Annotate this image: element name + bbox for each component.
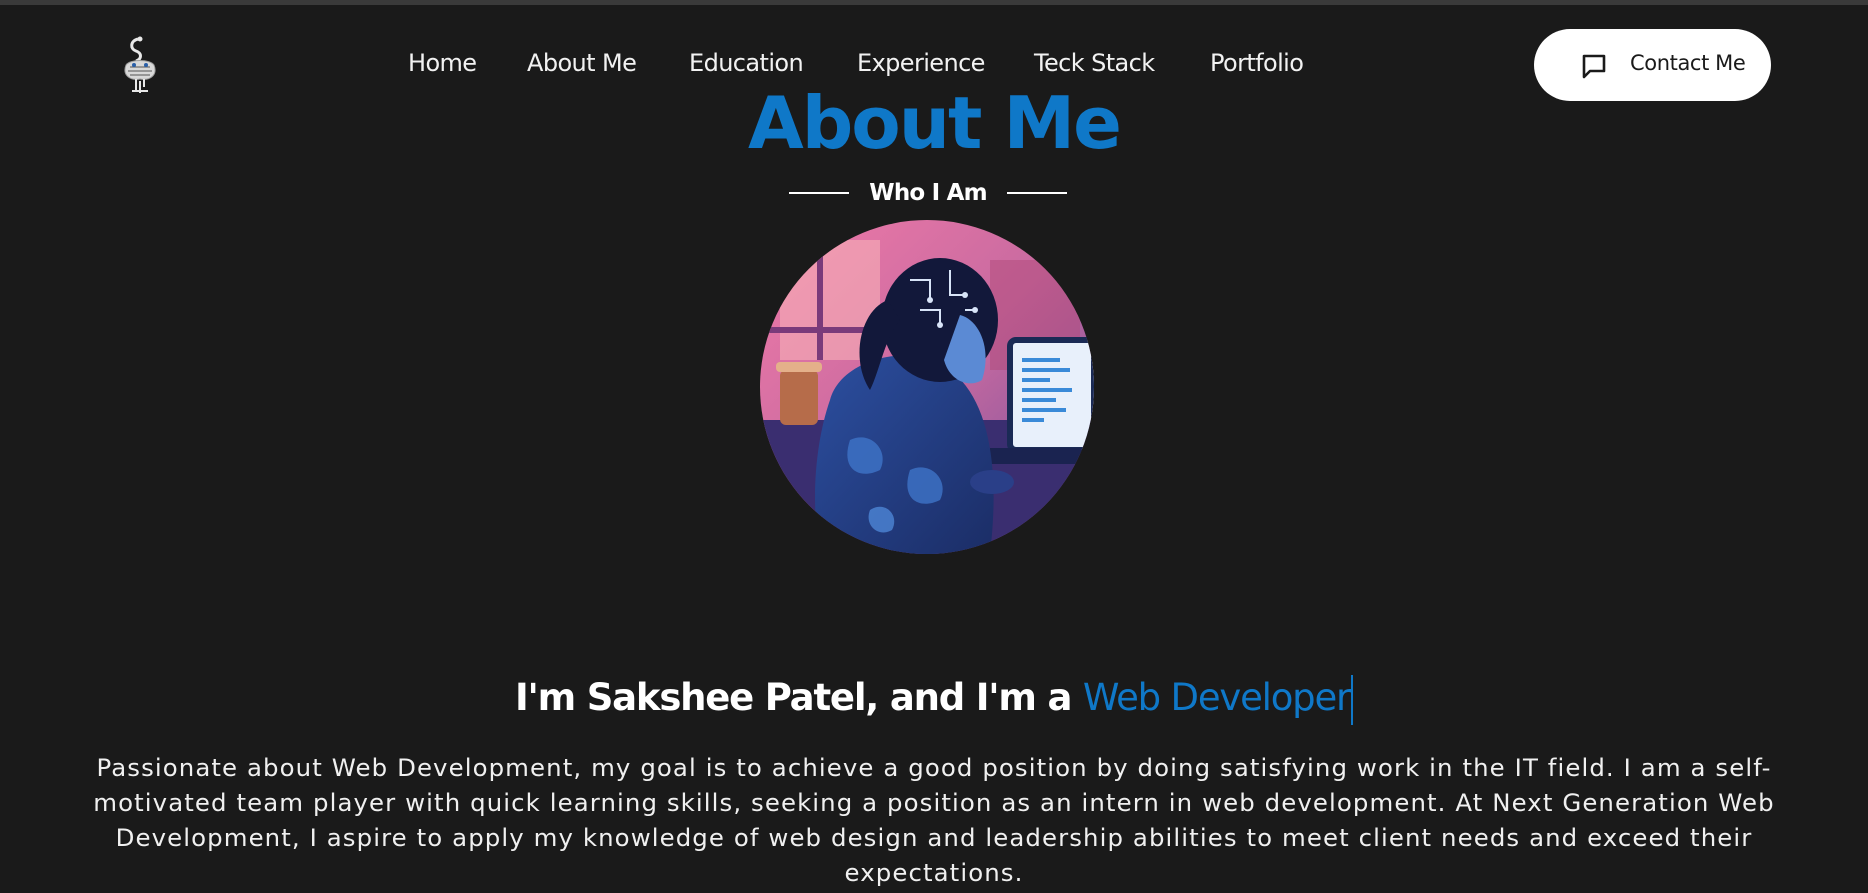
subtitle-divider-right [1007,192,1067,194]
about-description: Passionate about Web Development, my goa… [93,753,1775,887]
nav-education[interactable]: Education [689,49,804,77]
intro-prefix: I'm Sakshee Patel, and I'm a [514,676,1083,719]
typing-caret [1351,674,1354,725]
section-subtitle: Who I Am [0,176,1868,212]
nav-home[interactable]: Home [408,49,477,77]
contact-me-label: Contact Me [1630,51,1746,75]
intro-heading: I'm Sakshee Patel, and I'm a Web Develop… [0,668,1868,728]
nav-portfolio[interactable]: Portfolio [1210,49,1304,77]
nav-experience[interactable]: Experience [857,49,985,77]
subtitle-text: Who I Am [869,180,987,206]
profile-avatar [760,220,1094,554]
chat-icon [1580,52,1608,80]
nav-about-me[interactable]: About Me [527,49,637,77]
page-title: About Me [748,81,1122,165]
subtitle-divider-left [789,192,849,194]
nav-teck-stack[interactable]: Teck Stack [1034,49,1155,77]
intro-role: Web Developer [1082,676,1351,719]
